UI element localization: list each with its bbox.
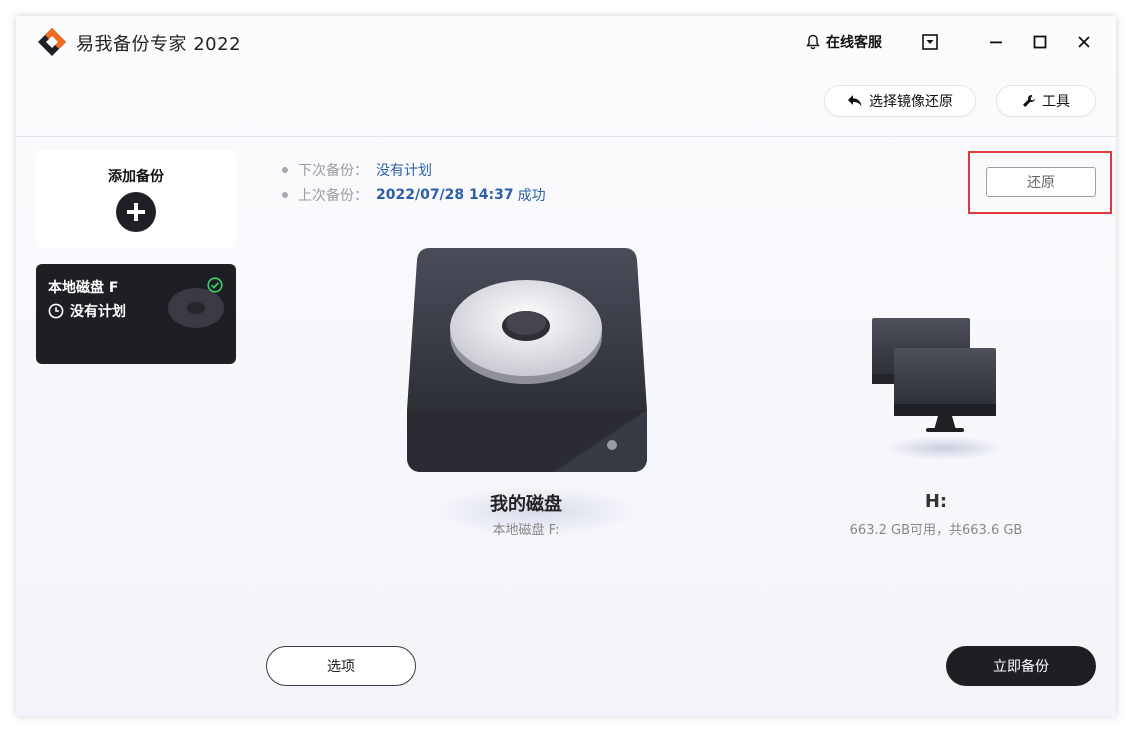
add-backup-label: 添加备份 [108,169,164,185]
clock-icon [48,303,64,319]
menu-dropdown-button[interactable] [916,28,944,56]
next-backup-value: 没有计划 [376,163,432,179]
minimize-button[interactable] [982,28,1010,56]
online-support-button[interactable]: 在线客服 [806,32,882,52]
bell-icon [806,34,820,50]
wrench-icon [1023,95,1035,107]
close-icon [1078,36,1090,48]
app-title: 易我备份专家 2022 [76,34,242,55]
check-circle-icon [207,277,223,293]
restore-button[interactable]: 还原 [986,167,1096,197]
last-backup-time: 2022/07/28 14:37 [376,187,514,203]
tools-label: 工具 [1042,94,1070,110]
header-divider [16,136,1116,137]
restore-from-image-button[interactable]: 选择镜像还原 [824,85,976,117]
backup-now-button[interactable]: 立即备份 [946,646,1096,686]
plus-icon [116,192,156,232]
next-backup-label: 下次备份： [298,163,368,179]
title-bar: 易我备份专家 2022 在线客服 [16,16,1116,68]
restore-from-image-label: 选择镜像还原 [869,94,953,110]
backup-task-schedule-label: 没有计划 [70,304,126,320]
source-disk-name: 我的磁盘 [490,494,562,515]
hard-disk-icon [407,248,647,472]
minimize-icon [990,41,1002,44]
online-support-label: 在线客服 [826,35,882,51]
maximize-button[interactable] [1026,28,1054,56]
bullet-icon [282,192,288,198]
app-logo-icon [38,28,66,56]
source-disk-sub: 本地磁盘 F: [492,523,560,538]
bullet-icon [282,167,288,173]
last-backup-status: 成功 [517,188,546,204]
tools-button[interactable]: 工具 [996,85,1096,117]
destination-capacity: 663.2 GB可用，共663.6 GB [849,523,1023,538]
options-button[interactable]: 选项 [266,646,416,686]
close-button[interactable] [1070,28,1098,56]
next-backup-row: 下次备份： 没有计划 [282,160,432,180]
maximize-icon [1033,35,1047,49]
add-backup-card[interactable]: 添加备份 [36,150,236,248]
backup-task-card[interactable]: 本地磁盘 F 没有计划 [36,264,236,364]
undo-arrow-icon [848,95,862,107]
last-backup-label: 上次备份： [298,188,368,204]
dropdown-box-icon [922,34,938,50]
computer-destination-icon [872,318,1004,460]
backup-task-schedule: 没有计划 [48,301,126,321]
backup-task-title: 本地磁盘 F [48,280,119,296]
last-backup-row: 上次备份： 2022/07/28 14:37 成功 [282,185,546,205]
disk-thumbnail-icon [168,288,224,328]
app-window: 易我备份专家 2022 在线客服 选择镜像还原 工具 添加备份 本地磁盘 F 没… [16,16,1116,716]
destination-name: H: [924,491,948,512]
